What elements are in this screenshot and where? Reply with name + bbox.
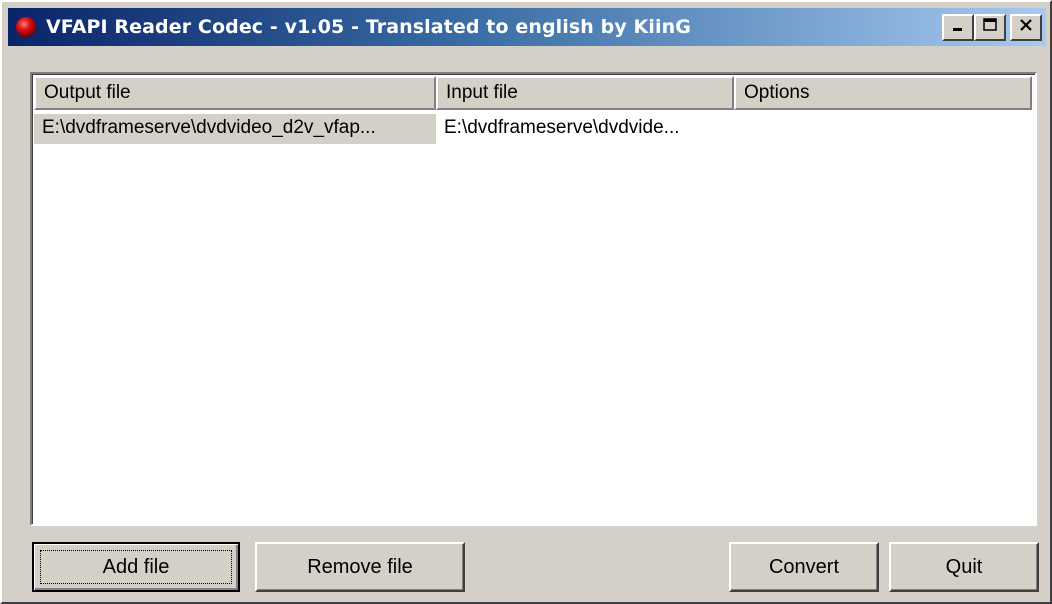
add-file-label: Add file <box>102 555 170 578</box>
app-window: VFAPI Reader Codec - v1.05 - Translated … <box>0 0 1052 604</box>
list-header: Output file Input file Options <box>34 76 1035 110</box>
title-bar[interactable]: VFAPI Reader Codec - v1.05 - Translated … <box>8 8 1046 46</box>
maximize-button[interactable] <box>974 14 1006 41</box>
close-button[interactable] <box>1010 14 1042 41</box>
remove-file-button[interactable]: Remove file <box>255 542 465 592</box>
convert-label: Convert <box>768 555 840 578</box>
window-title: VFAPI Reader Codec - v1.05 - Translated … <box>46 16 691 38</box>
column-header-options[interactable]: Options <box>734 76 1032 110</box>
close-icon <box>1018 17 1034 38</box>
maximize-icon <box>982 17 998 38</box>
column-header-input[interactable]: Input file <box>436 76 734 110</box>
file-list[interactable]: Output file Input file Options E:\dvdfra… <box>30 72 1037 526</box>
quit-button[interactable]: Quit <box>889 542 1039 592</box>
convert-button[interactable]: Convert <box>729 542 879 592</box>
add-file-button[interactable]: Add file <box>32 542 240 592</box>
red-sphere-icon[interactable] <box>12 13 40 41</box>
minimize-button[interactable] <box>942 14 974 41</box>
title-bar-controls <box>942 14 1042 41</box>
options-cell[interactable] <box>734 114 742 144</box>
list-item[interactable]: E:\dvdframeserve\dvdvideo_d2v_vfap... E:… <box>34 114 1035 144</box>
output-file-cell[interactable]: E:\dvdframeserve\dvdvideo_d2v_vfap... <box>34 114 436 144</box>
remove-file-label: Remove file <box>307 555 413 578</box>
quit-label: Quit <box>945 555 983 578</box>
input-file-cell[interactable]: E:\dvdframeserve\dvdvide... <box>436 114 734 144</box>
column-header-output[interactable]: Output file <box>34 76 436 110</box>
minimize-icon <box>950 17 966 38</box>
